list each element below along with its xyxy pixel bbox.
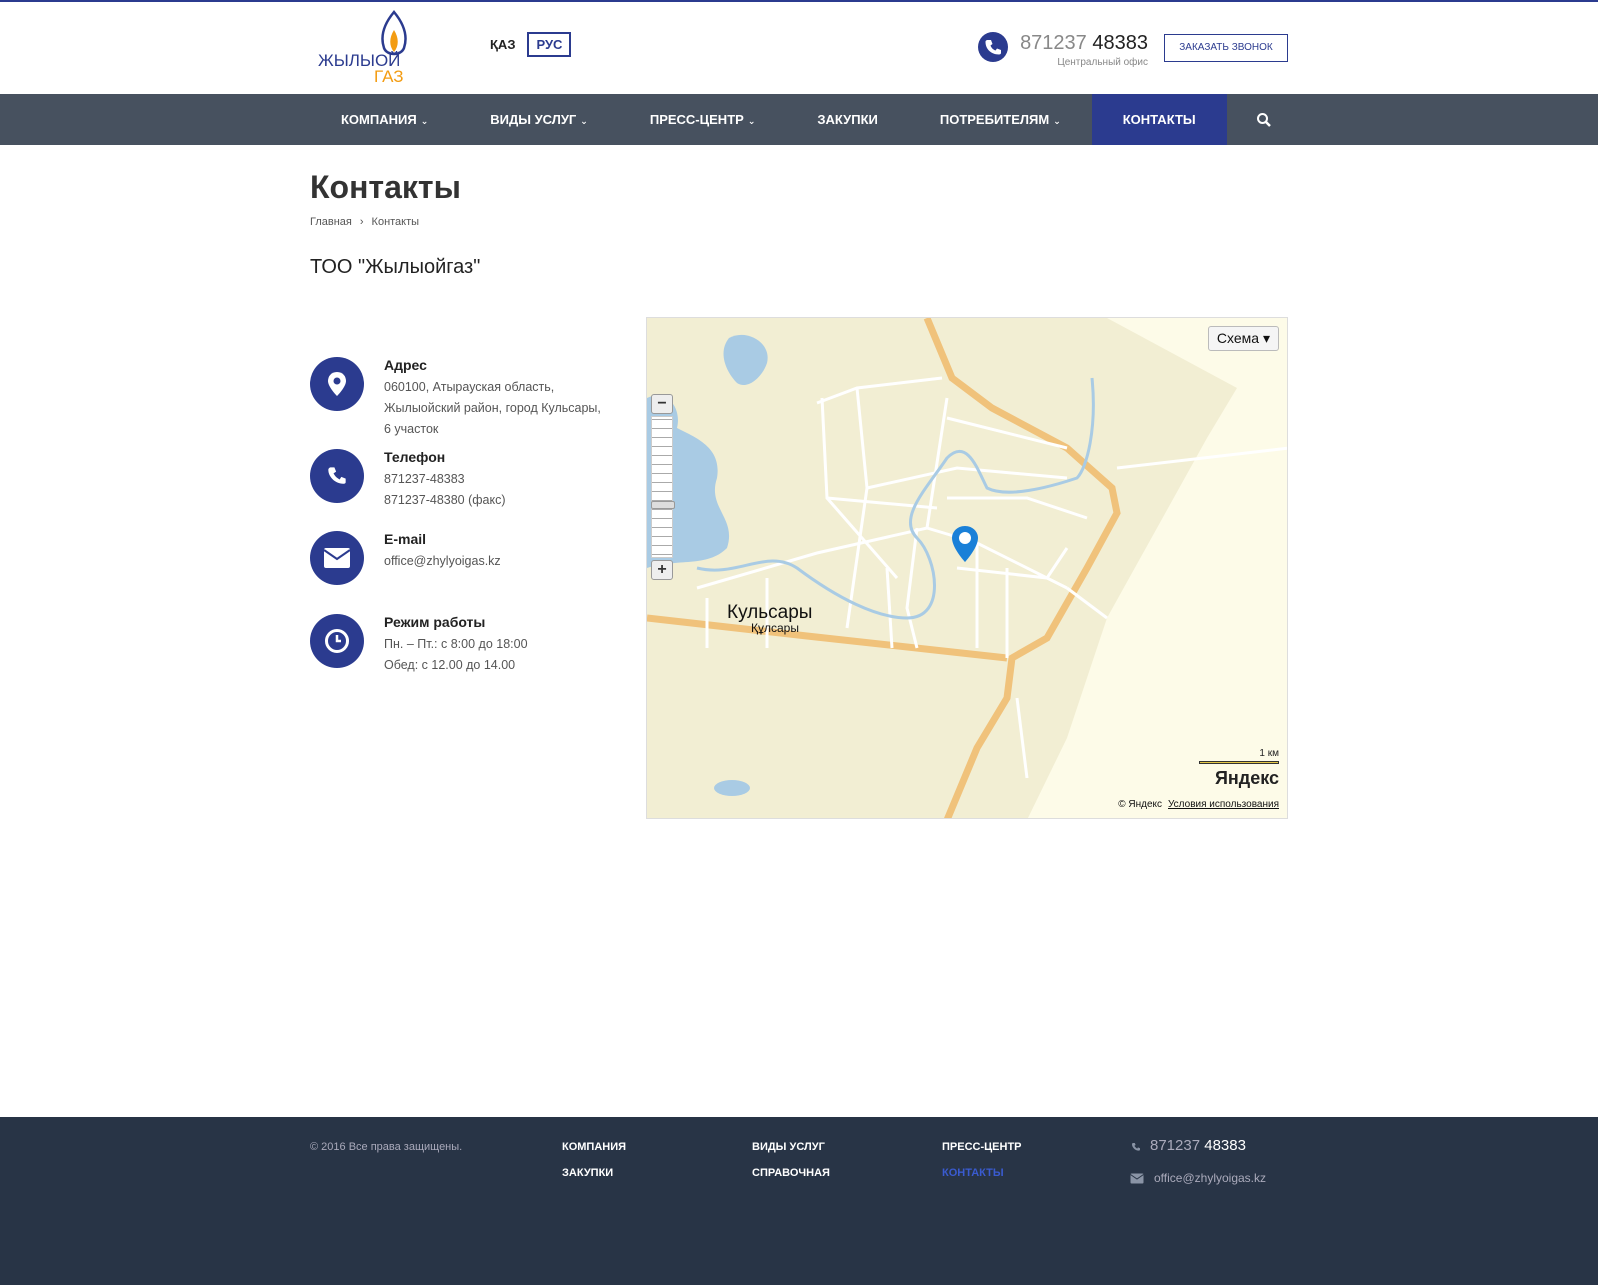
envelope-icon [310, 531, 364, 585]
zoom-slider[interactable] [651, 416, 675, 558]
hours-line: Обед: с 12.00 до 14.00 [384, 658, 516, 672]
search-button[interactable] [1240, 94, 1288, 145]
header-phone-caption: Центральный офис [1057, 57, 1148, 68]
email-title: E-mail [384, 531, 427, 547]
email-block: E-mail office@zhylyoigas.kz [310, 531, 630, 614]
map-city-label-kz: Құлсары [751, 621, 799, 635]
address-block: Адрес 060100, Атырауская область, Жылыой… [310, 357, 630, 449]
header-phone: 871237 48383 Центральный офис [978, 32, 1148, 68]
address-title: Адрес [384, 357, 427, 373]
chevron-right-icon: › [359, 216, 364, 228]
footer-link-services[interactable]: ВИДЫ УСЛУГ [752, 1141, 825, 1153]
footer-link-purchases[interactable]: ЗАКУПКИ [562, 1167, 613, 1179]
lang-ru-link[interactable]: РУС [527, 32, 572, 57]
zoom-out-button[interactable]: − [651, 394, 673, 414]
site-logo[interactable]: ЖЫЛЫОЙ ГАЗ [318, 8, 422, 86]
lang-kz-link[interactable]: ҚАЗ [490, 37, 515, 52]
zoom-slider-thumb[interactable] [651, 501, 675, 509]
zoom-control: − + [651, 394, 677, 584]
footer-link-contacts[interactable]: КОНТАКТЫ [942, 1167, 1004, 1179]
breadcrumb: Главная › Контакты [310, 216, 1288, 228]
clock-icon [310, 614, 364, 668]
email-link[interactable]: office@zhylyoigas.kz [384, 551, 630, 572]
nav-item-company[interactable]: КОМПАНИЯ ⌄ [310, 94, 459, 145]
yandex-logo[interactable]: Яндекс [1215, 768, 1279, 789]
order-call-button[interactable]: ЗАКАЗАТЬ ЗВОНОК [1164, 34, 1288, 62]
map-copyright: © Яндекс Условия использования [1118, 799, 1279, 810]
contact-info-list: Адрес 060100, Атырауская область, Жылыой… [310, 357, 630, 676]
footer-link-company[interactable]: КОМПАНИЯ [562, 1141, 626, 1153]
nav-item-contacts[interactable]: КОНТАКТЫ [1091, 94, 1227, 145]
nav-item-press[interactable]: ПРЕСС-ЦЕНТР ⌄ [619, 94, 787, 145]
address-line: 6 участок [384, 422, 439, 436]
nav-item-services[interactable]: ВИДЫ УСЛУГ ⌄ [459, 94, 619, 145]
contact-area: Адрес 060100, Атырауская область, Жылыой… [310, 317, 1288, 819]
phone-line[interactable]: 871237-48383 [384, 469, 630, 490]
company-name: ТОО "Жылыойгаз" [310, 256, 481, 278]
nav-item-purchases[interactable]: ЗАКУПКИ [786, 94, 909, 145]
svg-text:ГАЗ: ГАЗ [374, 67, 403, 86]
envelope-icon [1130, 1173, 1144, 1184]
footer-phone[interactable]: 871237 48383 [1150, 1137, 1246, 1154]
main-content: Контакты Главная › Контакты ТОО "Жылыойгаз… [310, 169, 1288, 819]
map-terms-link[interactable]: Условия использования [1168, 799, 1279, 810]
address-line: Жылыойский район, город Кульсары, [384, 401, 601, 415]
footer-copyright: © 2016 Все права защищены. [310, 1141, 463, 1153]
phone-title: Телефон [384, 449, 446, 465]
chevron-down-icon: ⌄ [420, 116, 429, 126]
yandex-map[interactable]: − + Схема ▾ Кульсары Құлсары 1 км Яндекс… [646, 317, 1288, 819]
location-pin-icon [310, 357, 364, 411]
main-nav: КОМПАНИЯ ⌄ ВИДЫ УСЛУГ ⌄ ПРЕСС-ЦЕНТР ⌄ ЗАКУП… [0, 94, 1598, 145]
site-footer: © 2016 Все права защищены. КОМПАНИЯ ВИДЫ… [0, 1117, 1598, 1285]
header-phone-number[interactable]: 871237 48383 [1020, 32, 1148, 55]
footer-link-press[interactable]: ПРЕСС-ЦЕНТР [942, 1141, 1022, 1153]
phone-block: Телефон 871237-48383 871237-48380 (факс) [310, 449, 630, 531]
map-type-selector[interactable]: Схема ▾ [1207, 326, 1279, 351]
hours-block: Режим работы Пн. – Пт.: с 8:00 до 18:00 … [310, 614, 630, 676]
search-icon [1257, 112, 1271, 127]
chevron-down-icon: ⌄ [747, 116, 756, 126]
chevron-down-icon: ⌄ [580, 116, 588, 126]
fax-line: 871237-48380 (факс) [384, 493, 506, 507]
phone-icon [1132, 1143, 1140, 1151]
chevron-down-icon: ⌄ [1053, 116, 1061, 126]
page-title: Контакты [310, 169, 461, 205]
footer-link-reference[interactable]: СПРАВОЧНАЯ [752, 1167, 830, 1179]
language-switcher: ҚАЗ РУС [490, 32, 572, 57]
breadcrumb-current: Контакты [371, 216, 420, 228]
phone-icon [310, 449, 364, 503]
site-header: ЖЫЛЫОЙ ГАЗ ҚАЗ РУС 871237 48383 Централь… [0, 2, 1598, 94]
phone-icon [978, 32, 1009, 62]
breadcrumb-home-link[interactable]: Главная [310, 216, 352, 228]
zoom-in-button[interactable]: + [651, 560, 673, 580]
map-scale-bar [1199, 761, 1279, 764]
nav-item-consumers[interactable]: ПОТРЕБИТЕЛЯМ ⌄ [909, 94, 1092, 145]
hours-title: Режим работы [384, 614, 486, 630]
map-scale: 1 км [1199, 748, 1279, 764]
map-canvas[interactable] [647, 318, 1288, 819]
hours-line: Пн. – Пт.: с 8:00 до 18:00 [384, 637, 528, 651]
address-line: 060100, Атырауская область, [384, 380, 555, 394]
footer-email[interactable]: office@zhylyoigas.kz [1154, 1171, 1266, 1185]
